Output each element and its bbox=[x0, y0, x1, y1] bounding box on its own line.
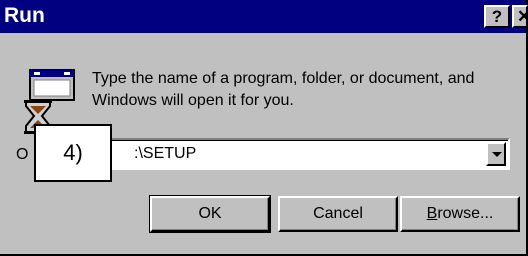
chevron-down-icon[interactable] bbox=[486, 142, 506, 166]
instruction-text: Type the name of a program, folder, or d… bbox=[92, 70, 475, 109]
open-label: O bbox=[16, 146, 29, 163]
close-button[interactable]: ✕ bbox=[512, 5, 528, 28]
browse-mnemonic: B bbox=[426, 205, 438, 222]
open-input[interactable]: :\SETUP bbox=[134, 145, 196, 163]
browse-button[interactable]: Browse... bbox=[400, 196, 520, 232]
title-bar: Run ? ✕ bbox=[0, 0, 528, 33]
cancel-button[interactable]: Cancel bbox=[278, 196, 398, 232]
step-callout: 4) bbox=[34, 124, 112, 182]
browse-label-rest: rowse... bbox=[437, 205, 494, 222]
window-title: Run bbox=[4, 4, 45, 27]
run-dialog: Run ? ✕ Type the name of a program, fold… bbox=[0, 0, 528, 256]
ok-button[interactable]: OK bbox=[149, 195, 271, 233]
help-button[interactable]: ? bbox=[484, 5, 510, 28]
open-combobox[interactable]: :\SETUP bbox=[72, 138, 510, 170]
